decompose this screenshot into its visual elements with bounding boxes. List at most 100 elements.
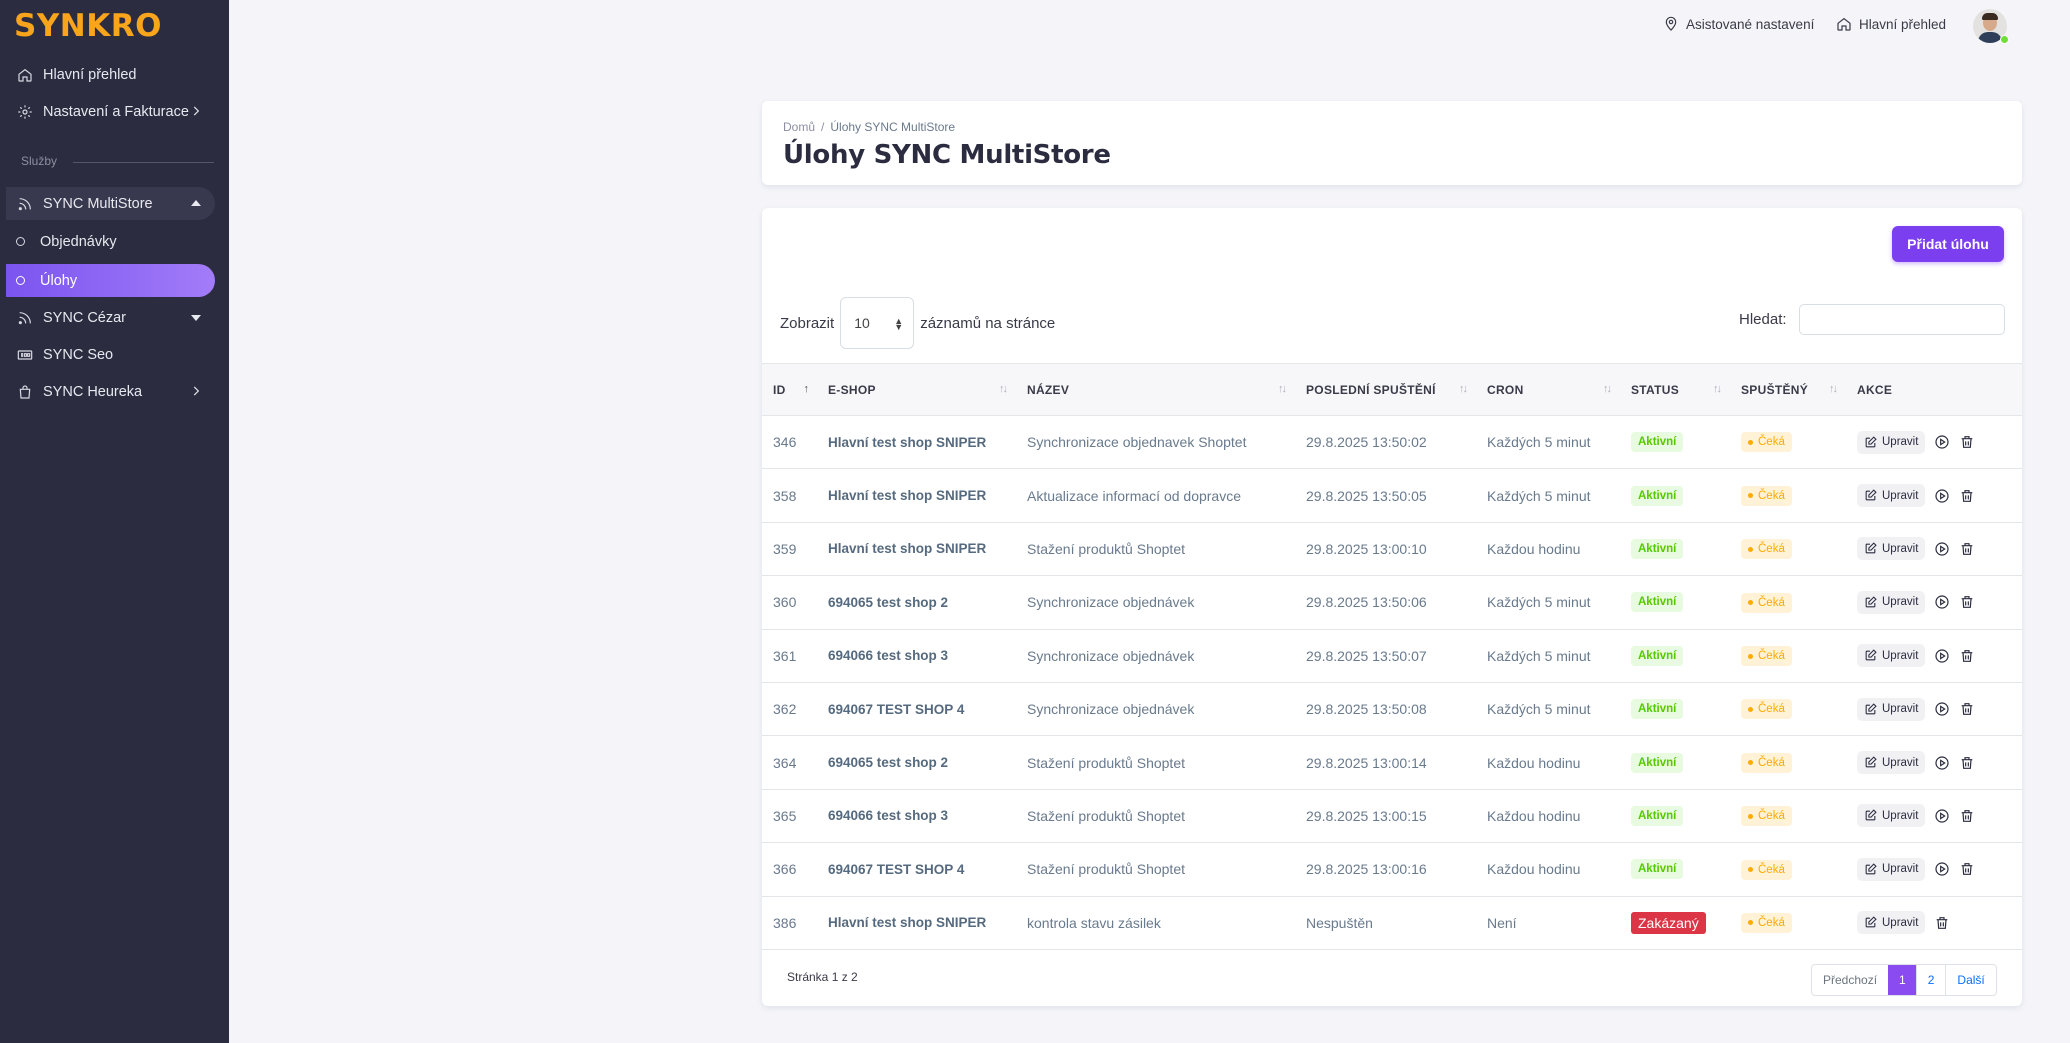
edit-button[interactable]: Upravit	[1857, 751, 1926, 775]
sort-icon: ↑↓	[1829, 383, 1838, 395]
run-button[interactable]	[1934, 434, 1950, 450]
delete-button[interactable]	[1959, 755, 1975, 771]
home-icon	[16, 66, 34, 84]
cell-id: 365	[773, 807, 797, 824]
cell-id: 358	[773, 487, 797, 504]
overview-link[interactable]: Hlavní přehled	[1836, 16, 1946, 32]
tasks-card: Přidat úlohu Zobrazit 10 ▲ ▼ záznamů na s…	[762, 208, 2022, 1006]
run-button[interactable]	[1934, 541, 1950, 557]
cell-name: Stažení produktů Shoptet	[1027, 754, 1185, 771]
status-badge: Aktivní	[1631, 485, 1684, 506]
cell-status: Aktivní	[1620, 843, 1730, 896]
table-row: 366 694067 TEST SHOP 4 Stažení produktů Sh…	[762, 843, 2022, 897]
cell-running: Čeká	[1730, 416, 1846, 469]
edit-button[interactable]: Upravit	[1857, 697, 1926, 721]
cell-last-run: 29.8.2025 13:50:06	[1306, 594, 1427, 611]
play-circle-icon	[1935, 862, 1950, 876]
page-size-select[interactable]: 10 ▲ ▼	[840, 297, 915, 349]
status-dot	[1748, 493, 1753, 499]
cell-id: 361	[773, 647, 797, 664]
trash-icon	[1962, 756, 1973, 769]
page-button-1[interactable]: 1	[1888, 965, 1916, 995]
trash-icon	[1962, 489, 1973, 502]
cell-last-run: 29.8.2025 13:00:15	[1306, 807, 1427, 824]
sort-icon: ↑↓	[1459, 383, 1468, 395]
cell-cron: Každých 5 minut	[1487, 487, 1591, 504]
edit-icon	[1865, 809, 1877, 821]
col-header-status[interactable]: STATUS ↑↓	[1620, 363, 1730, 416]
col-header-id[interactable]: ID ↑	[762, 363, 817, 416]
run-button[interactable]	[1934, 594, 1950, 610]
delete-button[interactable]	[1959, 594, 1975, 610]
edit-button[interactable]: Upravit	[1857, 537, 1926, 561]
prev-page-button[interactable]: Předchozí	[1812, 965, 1888, 995]
cell-eshop: 694065 test shop 2	[828, 755, 949, 771]
sidebar-item-tasks[interactable]: Úlohy	[6, 264, 215, 297]
cell-running: Čeká	[1730, 789, 1846, 842]
status-badge: Aktivní	[1631, 592, 1684, 613]
sidebar-item-sync-multistore[interactable]: SYNC MultiStore	[6, 187, 215, 220]
run-button[interactable]	[1934, 861, 1950, 877]
cell-cron: Každou hodinu	[1487, 807, 1581, 824]
sidebar-item-orders[interactable]: Objednávky	[6, 225, 215, 258]
breadcrumb-home[interactable]: Domů	[783, 120, 815, 134]
logo[interactable]: SYNKRO	[14, 8, 162, 44]
cell-status: Aktivní	[1620, 522, 1730, 575]
search-input[interactable]	[1798, 304, 2005, 335]
col-header-eshop[interactable]: E-SHOP ↑↓	[817, 363, 1016, 416]
delete-button[interactable]	[1959, 488, 1975, 504]
play-circle-icon	[1935, 542, 1950, 556]
rss-icon	[16, 195, 34, 213]
sidebar-item-sync-seo[interactable]: SYNC Seo	[6, 338, 215, 371]
cell-actions: Upravit	[1846, 469, 2022, 522]
edit-button[interactable]: Upravit	[1857, 644, 1926, 668]
delete-button[interactable]	[1959, 701, 1975, 717]
run-button[interactable]	[1934, 648, 1950, 664]
edit-icon	[1865, 756, 1877, 768]
next-page-button[interactable]: Další	[1945, 965, 1995, 995]
col-header-name[interactable]: NÁZEV ↑↓	[1016, 363, 1295, 416]
sidebar-item-settings[interactable]: Nastavení a Fakturace	[6, 95, 215, 128]
assisted-setup-link[interactable]: Asistované nastavení	[1663, 16, 1814, 32]
sidebar-item-sync-heureka[interactable]: SYNC Heureka	[6, 375, 215, 408]
running-badge: Čeká	[1741, 646, 1792, 666]
run-button[interactable]	[1934, 808, 1950, 824]
edit-button[interactable]: Upravit	[1857, 484, 1926, 508]
chevron-right-icon	[189, 104, 203, 118]
cell-eshop: Hlavní test shop SNIPER	[828, 434, 987, 450]
sidebar-item-sync-cezar[interactable]: SYNC Cézar	[6, 301, 215, 334]
cell-name: kontrola stavu zásilek	[1027, 914, 1161, 931]
run-button[interactable]	[1934, 701, 1950, 717]
cell-id: 359	[773, 540, 797, 557]
edit-button[interactable]: Upravit	[1857, 430, 1926, 454]
delete-button[interactable]	[1959, 861, 1975, 877]
status-badge: Aktivní	[1631, 699, 1684, 720]
assisted-setup-label: Asistované nastavení	[1686, 16, 1815, 32]
sidebar-item-overview[interactable]: Hlavní přehled	[6, 58, 215, 91]
section-label: Služby	[21, 154, 58, 168]
cell-actions: Upravit	[1846, 629, 2022, 682]
edit-button[interactable]: Upravit	[1857, 590, 1926, 614]
run-button[interactable]	[1934, 488, 1950, 504]
edit-button[interactable]: Upravit	[1857, 857, 1926, 881]
delete-button[interactable]	[1934, 915, 1950, 931]
add-task-button[interactable]: Přidat úlohu	[1892, 226, 2004, 262]
col-header-last-run[interactable]: POSLEDNÍ SPUŠTĚNÍ ↑↓	[1295, 363, 1476, 416]
edit-button[interactable]: Upravit	[1857, 911, 1926, 935]
col-header-cron[interactable]: CRON ↑↓	[1476, 363, 1620, 416]
cell-eshop: Hlavní test shop SNIPER	[828, 915, 987, 931]
cell-running: Čeká	[1730, 576, 1846, 629]
edit-button[interactable]: Upravit	[1857, 804, 1926, 828]
delete-button[interactable]	[1959, 648, 1975, 664]
status-dot	[1748, 706, 1753, 712]
run-button[interactable]	[1934, 755, 1950, 771]
cell-eshop: 694067 TEST SHOP 4	[828, 701, 965, 717]
delete-button[interactable]	[1959, 808, 1975, 824]
page-button-2[interactable]: 2	[1915, 965, 1946, 995]
delete-button[interactable]	[1959, 541, 1975, 557]
trash-icon	[1962, 596, 1973, 609]
cell-last-run: 29.8.2025 13:50:08	[1306, 701, 1427, 718]
col-header-running[interactable]: SPUŠTĚNÝ ↑↓	[1730, 363, 1846, 416]
pagination: Předchozí 1 2 Další	[1811, 964, 1997, 996]
delete-button[interactable]	[1959, 434, 1975, 450]
